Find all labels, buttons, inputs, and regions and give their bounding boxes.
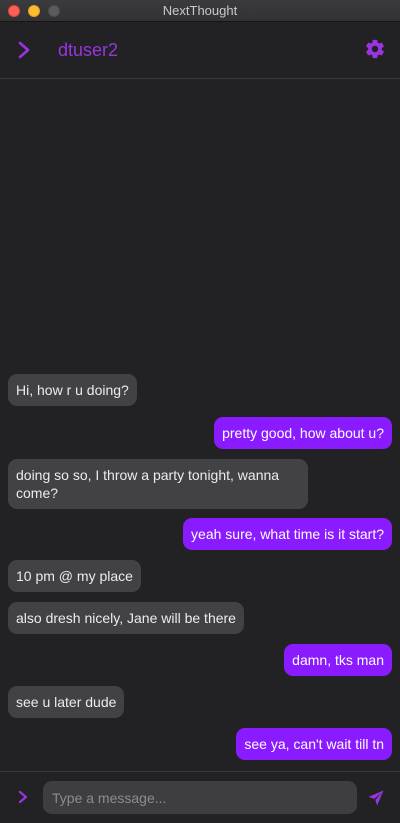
message-bubble-incoming: 10 pm @ my place — [8, 560, 141, 592]
window-title: NextThought — [162, 3, 238, 18]
message-bubble-incoming: see u later dude — [8, 686, 125, 718]
message-bubble-incoming: Hi, how r u doing? — [8, 374, 137, 406]
message-bubble-outgoing: yeah sure, what time is it start? — [183, 518, 392, 550]
message-bubble-outgoing: pretty good, how about u? — [214, 417, 392, 449]
chat-header: dtuser2 — [0, 22, 400, 79]
send-icon[interactable] — [367, 789, 385, 807]
title-bar: NextThought — [0, 0, 400, 22]
gear-icon[interactable] — [364, 38, 386, 60]
message-bubble-incoming: doing so so, I throw a party tonight, wa… — [8, 459, 308, 509]
chat-username: dtuser2 — [58, 40, 119, 60]
message-bubble-outgoing: damn, tks man — [284, 644, 392, 676]
app-window: NextThought dtuser2 Hi, how r u doing? p… — [0, 0, 400, 823]
message-bubble-outgoing: see ya, can't wait till tn — [236, 728, 392, 760]
message-composer — [0, 771, 400, 823]
chevron-right-icon[interactable] — [15, 789, 31, 805]
message-input[interactable] — [43, 781, 357, 814]
message-bubble-incoming: also dresh nicely, Jane will be there — [8, 602, 244, 634]
chevron-right-icon[interactable] — [14, 40, 34, 60]
message-list[interactable]: Hi, how r u doing? pretty good, how abou… — [0, 79, 400, 771]
